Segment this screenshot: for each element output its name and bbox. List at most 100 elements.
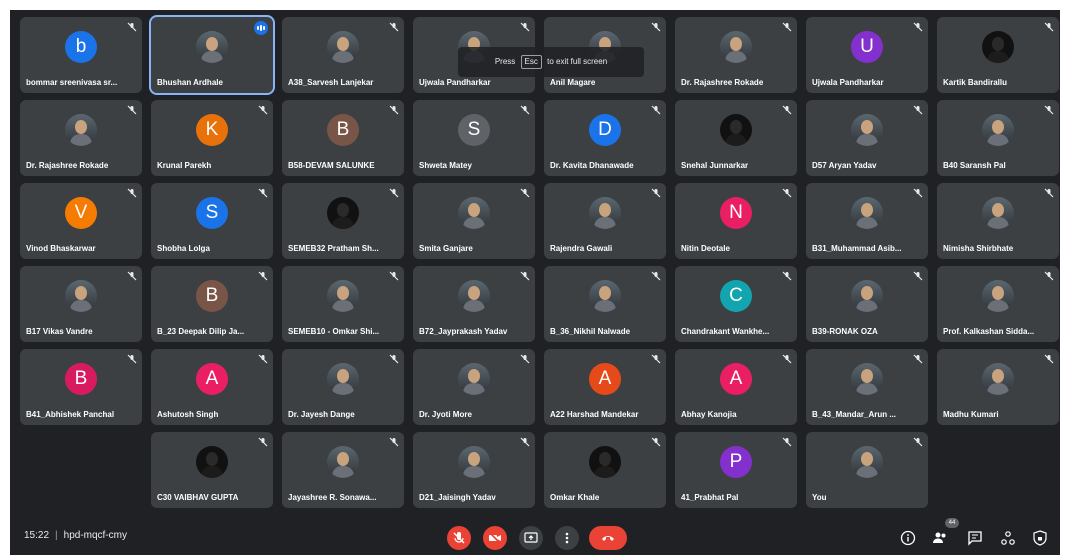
- participant-tile[interactable]: Bhushan Ardhale: [149, 15, 275, 95]
- activities-button[interactable]: [998, 528, 1018, 548]
- mic-muted-icon: [127, 271, 137, 281]
- participant-tile[interactable]: Madhu Kumari: [937, 349, 1059, 425]
- people-button[interactable]: [930, 528, 950, 548]
- participant-photo: [589, 280, 621, 312]
- participant-tile[interactable]: Jayashree R. Sonawa...: [282, 432, 404, 508]
- participant-name: Dr. Jyoti More: [419, 410, 472, 419]
- chat-button[interactable]: [965, 528, 985, 548]
- participant-tile[interactable]: Rajendra Gawali: [544, 183, 666, 259]
- participant-tile[interactable]: SEMEB10 - Omkar Shi...: [282, 266, 404, 342]
- participant-tile[interactable]: Dr. Rajashree Rokade: [675, 17, 797, 93]
- mic-muted-icon: [651, 22, 661, 32]
- photo-head: [337, 286, 349, 300]
- participant-tile[interactable]: N Nitin Deotale: [675, 183, 797, 259]
- participant-tile[interactable]: D57 Aryan Yadav: [806, 100, 928, 176]
- photo-body: [201, 51, 223, 63]
- leave-call-button[interactable]: [589, 526, 627, 550]
- participant-avatar: A: [589, 363, 621, 395]
- mic-toggle-button[interactable]: [447, 526, 471, 550]
- participant-tile[interactable]: B_36_Nikhil Nalwade: [544, 266, 666, 342]
- participant-tile[interactable]: Dr. Jyoti More: [413, 349, 535, 425]
- speaking-indicator-icon: [254, 21, 268, 35]
- participant-photo: [196, 31, 228, 63]
- participant-tile[interactable]: B_43_Mandar_Arun ...: [806, 349, 928, 425]
- participant-tile[interactable]: B17 Vikas Vandre: [20, 266, 142, 342]
- mic-muted-icon: [651, 188, 661, 198]
- participant-name: B40 Saransh Pal: [943, 161, 1006, 170]
- photo-body: [856, 217, 878, 229]
- participant-tile[interactable]: P 41_Prabhat Pal: [675, 432, 797, 508]
- participant-tile[interactable]: b bommar sreenivasa sr...: [20, 17, 142, 93]
- participant-tile[interactable]: D Dr. Kavita Dhanawade: [544, 100, 666, 176]
- participant-tile[interactable]: B B41_Abhishek Panchal: [20, 349, 142, 425]
- more-options-button[interactable]: [555, 526, 579, 550]
- participant-tile[interactable]: Prof. Kalkashan Sidda...: [937, 266, 1059, 342]
- participant-name: B17 Vikas Vandre: [26, 327, 93, 336]
- photo-head: [861, 369, 873, 383]
- participant-avatar: b: [65, 31, 97, 63]
- meeting-code: hpd-mqcf-cmy: [63, 530, 127, 541]
- participant-tile[interactable]: B39-RONAK OZA: [806, 266, 928, 342]
- participant-name: B_23 Deepak Dilip Ja...: [157, 327, 245, 336]
- meeting-details-button[interactable]: [898, 528, 918, 548]
- toast-suffix: to exit full screen: [547, 57, 608, 66]
- participant-tile[interactable]: B B_23 Deepak Dilip Ja...: [151, 266, 273, 342]
- participant-tile[interactable]: A38_Sarvesh Lanjekar: [282, 17, 404, 93]
- participant-tile[interactable]: Kartik Bandirallu: [937, 17, 1059, 93]
- participant-tile[interactable]: A Ashutosh Singh: [151, 349, 273, 425]
- participant-tile[interactable]: C Chandrakant Wankhe...: [675, 266, 797, 342]
- mic-muted-icon: [651, 354, 661, 364]
- participant-name: Dr. Rajashree Rokade: [681, 78, 764, 87]
- participant-name: C30 VAIBHAV GUPTA: [157, 493, 239, 502]
- participant-tile[interactable]: Omkar Khale: [544, 432, 666, 508]
- participant-tile[interactable]: S Shobha Lolga: [151, 183, 273, 259]
- participant-tile[interactable]: B40 Saransh Pal: [937, 100, 1059, 176]
- photo-body: [987, 300, 1009, 312]
- participant-tile[interactable]: S Shweta Matey: [413, 100, 535, 176]
- participant-tile[interactable]: B31_Muhammad Asib...: [806, 183, 928, 259]
- participant-photo: [720, 31, 752, 63]
- participant-tile[interactable]: B B58-DEVAM SALUNKE: [282, 100, 404, 176]
- participant-name: D21_Jaisingh Yadav: [419, 493, 496, 502]
- present-screen-button[interactable]: [519, 526, 543, 550]
- participant-tile[interactable]: Smita Ganjare: [413, 183, 535, 259]
- participant-tile[interactable]: SEMEB32 Pratham Sh...: [282, 183, 404, 259]
- participant-tile[interactable]: D21_Jaisingh Yadav: [413, 432, 535, 508]
- mic-muted-icon: [127, 105, 137, 115]
- mic-muted-icon: [389, 271, 399, 281]
- participant-avatar: B: [196, 280, 228, 312]
- host-controls-button[interactable]: [1030, 528, 1050, 548]
- photo-head: [861, 203, 873, 217]
- participant-tile[interactable]: Dr. Rajashree Rokade: [20, 100, 142, 176]
- mic-muted-icon: [913, 271, 923, 281]
- participant-photo: [458, 363, 490, 395]
- participant-name: Vinod Bhaskarwar: [26, 244, 96, 253]
- participant-tile[interactable]: C30 VAIBHAV GUPTA: [151, 432, 273, 508]
- participant-tile[interactable]: Dr. Jayesh Dange: [282, 349, 404, 425]
- participant-tile[interactable]: A Abhay Kanojia: [675, 349, 797, 425]
- camera-toggle-button[interactable]: [483, 526, 507, 550]
- photo-body: [594, 300, 616, 312]
- participant-name: bommar sreenivasa sr...: [26, 78, 118, 87]
- mic-muted-icon: [782, 188, 792, 198]
- mic-muted-icon: [782, 22, 792, 32]
- participant-avatar: S: [196, 197, 228, 229]
- participant-tile[interactable]: A A22 Harshad Mandekar: [544, 349, 666, 425]
- participant-tile[interactable]: U Ujwala Pandharkar: [806, 17, 928, 93]
- participant-tile[interactable]: V Vinod Bhaskarwar: [20, 183, 142, 259]
- mic-muted-icon: [258, 354, 268, 364]
- participant-tile[interactable]: Nimisha Shirbhate: [937, 183, 1059, 259]
- photo-body: [463, 383, 485, 395]
- participant-tile[interactable]: You: [806, 432, 928, 508]
- participant-name: Bhushan Ardhale: [157, 78, 223, 87]
- participant-tile[interactable]: B72_Jayprakash Yadav: [413, 266, 535, 342]
- participant-name: SEMEB32 Pratham Sh...: [288, 244, 379, 253]
- participant-tile[interactable]: Snehal Junnarkar: [675, 100, 797, 176]
- mic-muted-icon: [127, 22, 137, 32]
- participant-photo: [851, 280, 883, 312]
- photo-head: [599, 286, 611, 300]
- participant-tile[interactable]: K Krunal Parekh: [151, 100, 273, 176]
- mic-muted-icon: [1044, 105, 1054, 115]
- participant-name: Shobha Lolga: [157, 244, 210, 253]
- bottom-control-bar: 15:22 | hpd-mqcf-cmy 44: [10, 518, 1060, 555]
